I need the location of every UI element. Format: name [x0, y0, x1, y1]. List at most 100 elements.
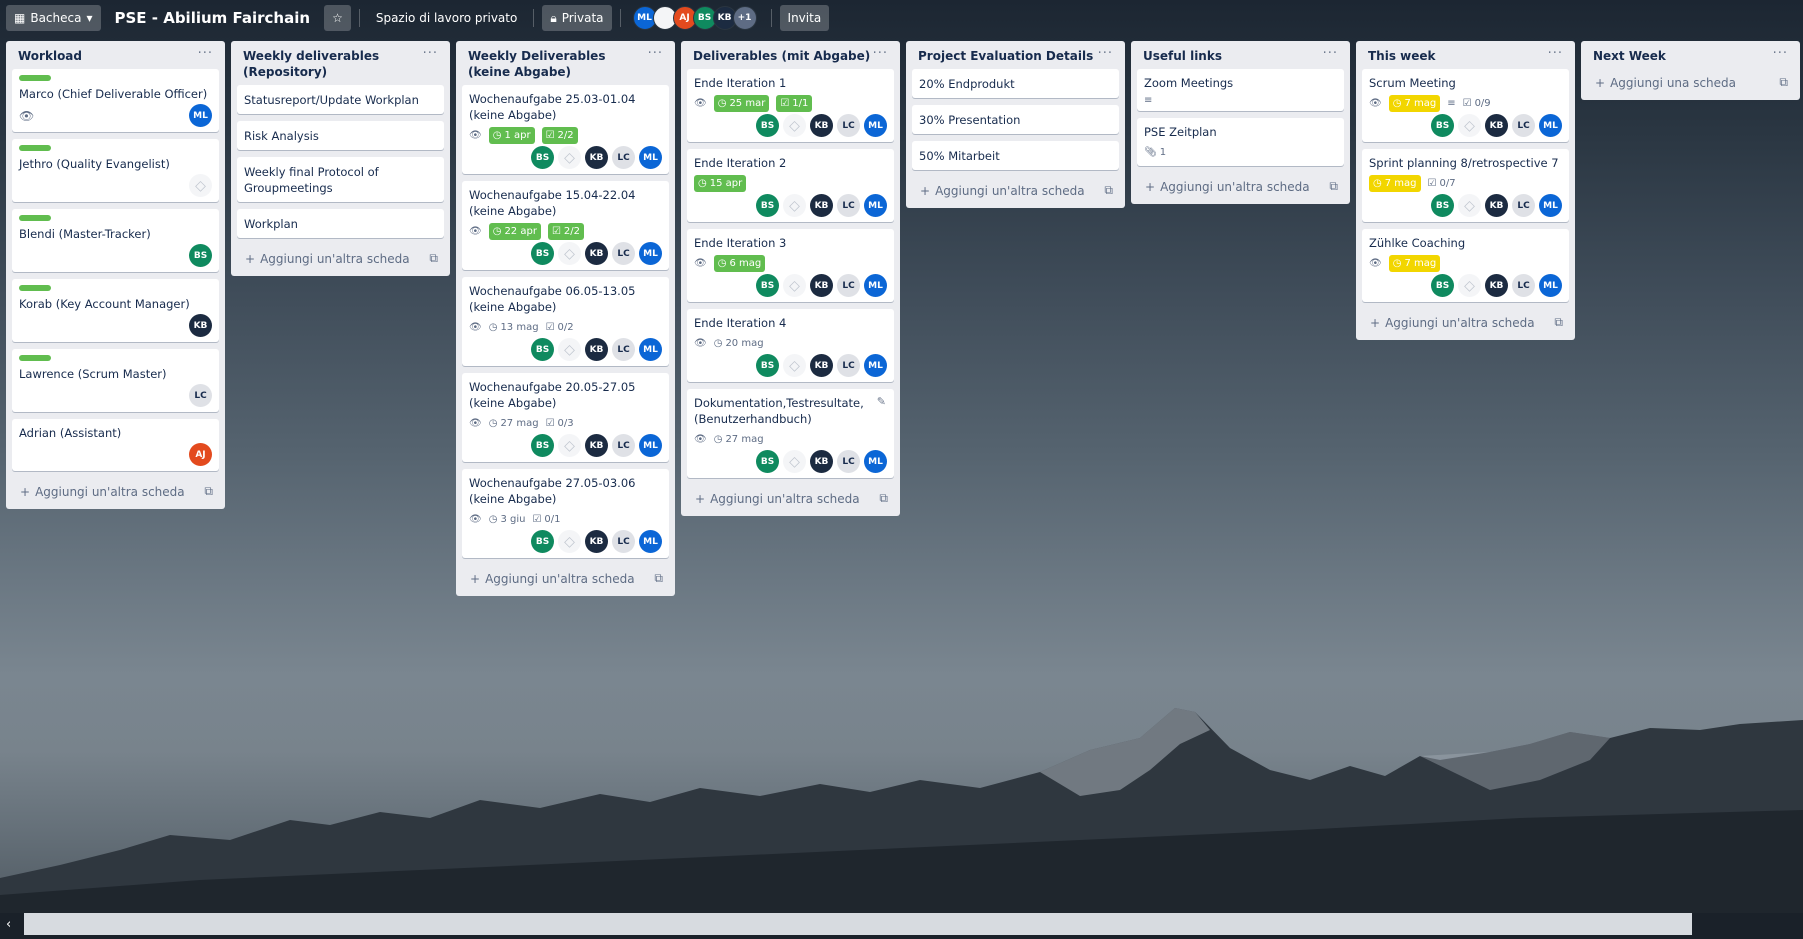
- list-header[interactable]: Project Evaluation Details ···: [912, 41, 1119, 69]
- list-header[interactable]: Weekly deliverables (Repository) ···: [237, 41, 444, 85]
- avatar[interactable]: KB: [585, 338, 608, 361]
- avatar[interactable]: ML: [1539, 114, 1562, 137]
- due-date-badge[interactable]: ◷ 15 apr: [694, 175, 747, 192]
- card[interactable]: Weekly final Protocol of Groupmeetings: [237, 157, 444, 202]
- card[interactable]: Adrian (Assistant) AJ: [12, 419, 219, 471]
- card[interactable]: Wochenaufgabe 15.04-22.04 (keine Abgabe)…: [462, 181, 669, 270]
- more-options-icon[interactable]: ···: [648, 47, 663, 60]
- card[interactable]: PSE Zeitplan 📎︎ 1: [1137, 118, 1344, 166]
- avatar[interactable]: BS: [531, 530, 554, 553]
- avatar[interactable]: ML: [639, 530, 662, 553]
- more-options-icon[interactable]: ···: [1773, 47, 1788, 60]
- list-title[interactable]: Deliverables (mit Abgabe): [693, 48, 870, 64]
- avatar[interactable]: BS: [531, 242, 554, 265]
- template-icon[interactable]: ⧉: [429, 251, 438, 266]
- avatar[interactable]: KB: [585, 434, 608, 457]
- avatar[interactable]: BS: [531, 434, 554, 457]
- avatar[interactable]: BS: [1431, 114, 1454, 137]
- avatar[interactable]: LC: [612, 242, 635, 265]
- card[interactable]: Blendi (Master-Tracker) BS: [12, 209, 219, 272]
- due-date-badge[interactable]: ◷ 27 mag: [489, 415, 539, 432]
- avatar-placeholder[interactable]: ◇: [558, 242, 581, 265]
- avatar[interactable]: LC: [837, 194, 860, 217]
- avatar[interactable]: BS: [1431, 274, 1454, 297]
- star-button[interactable]: ☆: [324, 5, 351, 31]
- template-icon[interactable]: ⧉: [879, 491, 888, 506]
- avatar[interactable]: KB: [810, 450, 833, 473]
- card[interactable]: Workplan: [237, 209, 444, 238]
- avatar[interactable]: BS: [531, 338, 554, 361]
- add-card-button[interactable]: + Aggiungi un'altra scheda ⧉: [1137, 173, 1344, 200]
- list-header[interactable]: This week ···: [1362, 41, 1569, 69]
- add-card-button[interactable]: + Aggiungi un'altra scheda ⧉: [462, 565, 669, 592]
- list-title[interactable]: Useful links: [1143, 48, 1222, 64]
- avatar[interactable]: BS: [756, 274, 779, 297]
- avatar[interactable]: ML: [639, 146, 662, 169]
- avatar[interactable]: ML: [864, 274, 887, 297]
- template-icon[interactable]: ⧉: [654, 571, 663, 586]
- avatar-placeholder[interactable]: ◇: [783, 354, 806, 377]
- card[interactable]: Marco (Chief Deliverable Officer) 👁︎ ML: [12, 69, 219, 132]
- avatar[interactable]: AJ: [189, 443, 212, 466]
- more-members-badge[interactable]: +1: [732, 6, 757, 30]
- add-card-button[interactable]: + Aggiungi un'altra scheda ⧉: [912, 177, 1119, 204]
- avatar[interactable]: KB: [1485, 274, 1508, 297]
- avatar-placeholder[interactable]: ◇: [783, 274, 806, 297]
- card[interactable]: Wochenaufgabe 06.05-13.05 (keine Abgabe)…: [462, 277, 669, 366]
- avatar-placeholder[interactable]: ◇: [783, 450, 806, 473]
- card[interactable]: Korab (Key Account Manager) KB: [12, 279, 219, 342]
- due-date-badge[interactable]: ◷ 1 apr: [488, 127, 535, 144]
- due-date-badge[interactable]: ◷ 7 mag: [1388, 255, 1441, 272]
- avatar[interactable]: ML: [1539, 274, 1562, 297]
- due-date-badge[interactable]: ◷ 22 apr: [488, 223, 541, 240]
- more-options-icon[interactable]: ···: [198, 47, 213, 60]
- avatar[interactable]: LC: [612, 146, 635, 169]
- template-icon[interactable]: ⧉: [1104, 183, 1113, 198]
- avatar[interactable]: KB: [810, 114, 833, 137]
- card[interactable]: ✎ Dokumentation,Testresultate, (Benutzer…: [687, 389, 894, 478]
- avatar[interactable]: BS: [756, 450, 779, 473]
- more-options-icon[interactable]: ···: [873, 47, 888, 60]
- avatar[interactable]: LC: [837, 450, 860, 473]
- avatar[interactable]: LC: [612, 338, 635, 361]
- list-header[interactable]: Useful links ···: [1137, 41, 1344, 69]
- card[interactable]: Zühlke Coaching 👁︎ ◷ 7 mag BS ◇ KB LC ML: [1362, 229, 1569, 302]
- card[interactable]: Ende Iteration 4 👁︎ ◷ 20 mag BS ◇ KB LC M…: [687, 309, 894, 382]
- workspace-button[interactable]: Spazio di lavoro privato: [368, 5, 526, 31]
- card[interactable]: Sprint planning 8/retrospective 7 ◷ 7 mag…: [1362, 149, 1569, 222]
- template-icon[interactable]: ⧉: [204, 484, 213, 499]
- card[interactable]: 50% Mitarbeit: [912, 141, 1119, 170]
- more-options-icon[interactable]: ···: [423, 47, 438, 60]
- avatar[interactable]: ML: [864, 194, 887, 217]
- card[interactable]: Lawrence (Scrum Master) LC: [12, 349, 219, 412]
- avatar[interactable]: LC: [1512, 114, 1535, 137]
- avatar-placeholder[interactable]: ◇: [783, 114, 806, 137]
- due-date-badge[interactable]: ◷ 27 mag: [714, 431, 764, 448]
- avatar[interactable]: ML: [1539, 194, 1562, 217]
- scrollbar-thumb[interactable]: [24, 913, 1692, 935]
- avatar-placeholder[interactable]: ◇: [1458, 274, 1481, 297]
- avatar-placeholder[interactable]: ◇: [1458, 194, 1481, 217]
- list-title[interactable]: Workload: [18, 48, 82, 64]
- avatar[interactable]: LC: [837, 114, 860, 137]
- avatar[interactable]: BS: [756, 354, 779, 377]
- board-menu-button[interactable]: ▦ Bacheca ▾: [6, 5, 101, 31]
- avatar[interactable]: LC: [612, 530, 635, 553]
- visibility-button[interactable]: 🔒︎ Privata: [542, 5, 612, 31]
- add-card-button[interactable]: + Aggiungi un'altra scheda ⧉: [1362, 309, 1569, 336]
- avatar-placeholder[interactable]: ◇: [558, 338, 581, 361]
- avatar[interactable]: BS: [756, 194, 779, 217]
- avatar[interactable]: ML: [864, 354, 887, 377]
- due-date-badge[interactable]: ◷ 7 mag: [1388, 95, 1441, 112]
- avatar[interactable]: KB: [810, 194, 833, 217]
- add-card-button[interactable]: + Aggiungi un'altra scheda ⧉: [12, 478, 219, 505]
- more-options-icon[interactable]: ···: [1548, 47, 1563, 60]
- add-card-button[interactable]: + Aggiungi un'altra scheda ⧉: [237, 245, 444, 272]
- list-title[interactable]: Next Week: [1593, 48, 1666, 64]
- list-header[interactable]: Next Week ···: [1587, 41, 1794, 69]
- card[interactable]: Wochenaufgabe 20.05-27.05 (keine Abgabe)…: [462, 373, 669, 462]
- chevron-left-icon[interactable]: ‹: [6, 917, 11, 932]
- list-title[interactable]: Project Evaluation Details: [918, 48, 1093, 64]
- card[interactable]: Ende Iteration 1 👁︎ ◷ 25 mar ☑ 1/1 BS ◇ KB…: [687, 69, 894, 142]
- avatar[interactable]: ML: [864, 450, 887, 473]
